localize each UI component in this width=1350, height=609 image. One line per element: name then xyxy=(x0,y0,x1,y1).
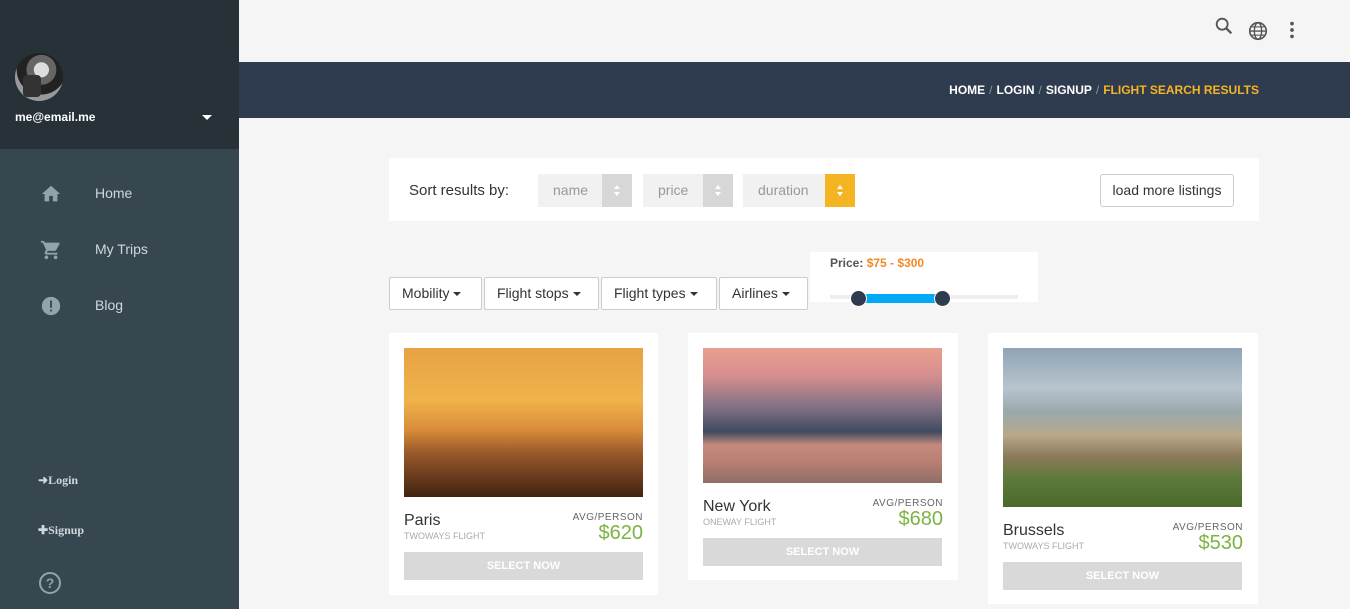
sort-select-name[interactable]: name xyxy=(538,174,632,207)
sidebar-signup-link[interactable]: ✚Signup xyxy=(38,523,84,538)
filter-label: Mobility xyxy=(402,285,450,301)
sidebar-login-link[interactable]: ➜Login xyxy=(38,473,78,488)
filter-airlines[interactable]: Airlines xyxy=(719,277,808,310)
user-email: me@email.me xyxy=(15,110,96,124)
filter-label: Flight types xyxy=(614,285,686,301)
sidebar-item-label: My Trips xyxy=(95,241,148,257)
price-label: Price: $75 - $300 xyxy=(830,256,924,270)
filter-flight-types[interactable]: Flight types xyxy=(601,277,717,310)
breadcrumb-home[interactable]: HOME xyxy=(949,83,985,97)
sidebar: me@email.me Home My Trips Blog ➜Login ✚S… xyxy=(0,0,239,609)
destination-city: New York xyxy=(703,498,771,515)
sort-arrows-icon xyxy=(602,174,632,207)
filter-mobility[interactable]: Mobility xyxy=(389,277,482,310)
help-icon[interactable]: ? xyxy=(39,572,61,594)
destination-image xyxy=(1003,348,1242,507)
login-label: Login xyxy=(48,473,79,487)
destination-image xyxy=(404,348,643,497)
destination-image xyxy=(703,348,942,483)
flight-type: TWOWAYS FLIGHT xyxy=(404,531,485,541)
sort-arrows-icon xyxy=(703,174,733,207)
alert-circle-icon xyxy=(41,296,61,316)
sidebar-item-blog[interactable]: Blog xyxy=(0,285,239,325)
more-vert-icon[interactable] xyxy=(1281,19,1303,41)
breadcrumb-separator: / xyxy=(1095,83,1100,97)
price-slider-max-handle[interactable] xyxy=(934,290,951,307)
price-filter: Price: $75 - $300 xyxy=(810,252,1038,307)
breadcrumb-separator: / xyxy=(989,83,993,97)
breadcrumb-bar: HOME / LOGIN / SIGNUP / FLIGHT SEARCH RESULTS xyxy=(239,62,1350,118)
destination-city: Paris xyxy=(404,512,441,529)
sidebar-item-home[interactable]: Home xyxy=(0,173,239,213)
load-more-button[interactable]: load more listings xyxy=(1100,174,1234,207)
sign-in-icon: ➜ xyxy=(38,473,49,487)
chevron-down-icon[interactable] xyxy=(202,115,212,120)
filter-label: Flight stops xyxy=(497,285,569,301)
globe-icon[interactable] xyxy=(1247,20,1269,42)
result-card-new-york: New York ONEWAY FLIGHT AVG/PERSON $680 S… xyxy=(688,333,958,580)
select-now-button[interactable]: SELECT NOW xyxy=(1003,562,1242,590)
filter-flight-stops[interactable]: Flight stops xyxy=(484,277,599,310)
price-slider-min-handle[interactable] xyxy=(850,290,867,307)
caret-down-icon xyxy=(453,292,462,297)
profile-panel: me@email.me xyxy=(0,0,239,149)
result-card-paris: Paris TWOWAYS FLIGHT AVG/PERSON $620 SEL… xyxy=(389,333,658,595)
result-card-brussels: Brussels TWOWAYS FLIGHT AVG/PERSON $530 … xyxy=(988,333,1258,604)
flight-price: $620 xyxy=(598,522,644,544)
home-icon xyxy=(41,185,61,202)
breadcrumb-current: FLIGHT SEARCH RESULTS xyxy=(1103,83,1259,97)
breadcrumb-separator: / xyxy=(1038,83,1042,97)
select-now-button[interactable]: SELECT NOW xyxy=(404,552,643,580)
select-now-button[interactable]: SELECT NOW xyxy=(703,538,942,566)
sidebar-item-my-trips[interactable]: My Trips xyxy=(0,229,239,269)
signup-label: Signup xyxy=(48,523,85,537)
sort-arrows-icon xyxy=(825,174,855,207)
caret-down-icon xyxy=(689,292,698,297)
sort-select-duration[interactable]: duration xyxy=(743,174,855,207)
flight-type: TWOWAYS FLIGHT xyxy=(1003,541,1084,551)
flight-price: $530 xyxy=(1198,532,1244,554)
destination-city: Brussels xyxy=(1003,522,1065,539)
plus-icon: ✚ xyxy=(38,523,49,537)
price-range-value: $75 - $300 xyxy=(866,256,925,270)
sidebar-item-label: Home xyxy=(95,185,133,201)
breadcrumb-signup[interactable]: SIGNUP xyxy=(1046,83,1092,97)
price-label-text: Price: xyxy=(830,256,864,270)
breadcrumb: HOME / LOGIN / SIGNUP / FLIGHT SEARCH RESULTS xyxy=(949,83,1259,97)
caret-down-icon xyxy=(781,292,790,297)
flight-type: ONEWAY FLIGHT xyxy=(703,517,777,527)
sort-bar: Sort results by: name price duration loa… xyxy=(389,158,1259,221)
top-bar xyxy=(239,0,1350,62)
search-icon[interactable] xyxy=(1213,15,1235,37)
breadcrumb-login[interactable]: LOGIN xyxy=(997,83,1035,97)
filter-label: Airlines xyxy=(732,285,778,301)
price-slider-range xyxy=(858,294,942,303)
sort-option-label: price xyxy=(658,182,689,198)
sort-option-label: name xyxy=(553,182,589,198)
flight-price: $680 xyxy=(898,508,944,530)
sidebar-item-label: Blog xyxy=(95,297,124,313)
avatar[interactable] xyxy=(15,53,63,101)
cart-icon xyxy=(40,240,60,260)
sort-select-price[interactable]: price xyxy=(643,174,733,207)
sort-label: Sort results by: xyxy=(409,182,510,199)
sort-option-label: duration xyxy=(758,182,809,198)
caret-down-icon xyxy=(572,292,581,297)
